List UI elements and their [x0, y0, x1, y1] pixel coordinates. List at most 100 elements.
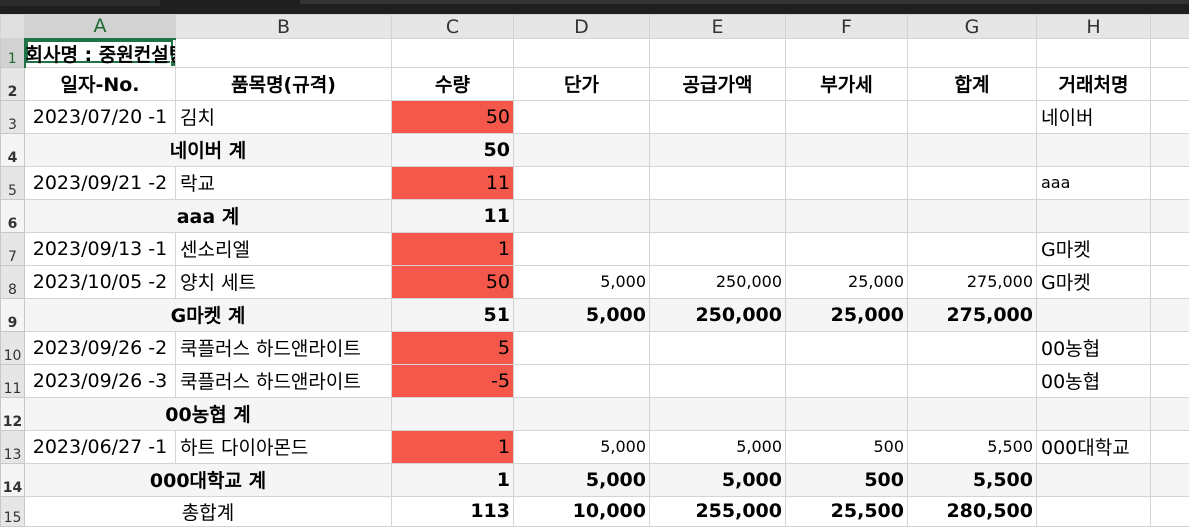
cell[interactable]: [1151, 331, 1189, 364]
price-cell[interactable]: [514, 331, 650, 364]
row-header[interactable]: 1: [1, 39, 25, 68]
row-header[interactable]: 6: [1, 199, 25, 232]
row-header[interactable]: 4: [1, 133, 25, 166]
cell[interactable]: [1151, 298, 1189, 331]
qty-cell[interactable]: [392, 397, 514, 430]
qty-cell[interactable]: 113: [392, 496, 514, 526]
vat-cell[interactable]: [786, 397, 908, 430]
cell[interactable]: [1151, 496, 1189, 526]
row-header[interactable]: 7: [1, 232, 25, 265]
qty-cell[interactable]: 1: [392, 463, 514, 496]
total-cell[interactable]: 275,000: [908, 298, 1037, 331]
total-cell[interactable]: [908, 397, 1037, 430]
column-header-f[interactable]: F: [786, 15, 908, 39]
cell[interactable]: [1037, 133, 1151, 166]
cell[interactable]: [786, 39, 908, 68]
vat-cell[interactable]: [786, 232, 908, 265]
cell[interactable]: [1151, 199, 1189, 232]
price-cell[interactable]: [514, 232, 650, 265]
row-header[interactable]: 3: [1, 100, 25, 133]
vat-cell[interactable]: [786, 133, 908, 166]
total-cell[interactable]: [908, 364, 1037, 397]
supply-cell[interactable]: [650, 133, 786, 166]
cell[interactable]: [1151, 39, 1189, 68]
vat-cell[interactable]: [786, 364, 908, 397]
price-cell[interactable]: [514, 100, 650, 133]
vat-cell[interactable]: 500: [786, 430, 908, 463]
cell[interactable]: [1151, 430, 1189, 463]
supply-cell[interactable]: [650, 166, 786, 199]
cell[interactable]: [1151, 463, 1189, 496]
supply-cell[interactable]: [650, 199, 786, 232]
subtotal-label[interactable]: aaa 계: [25, 199, 392, 232]
price-cell[interactable]: [514, 397, 650, 430]
row-header[interactable]: 8: [1, 265, 25, 298]
item-cell[interactable]: 락교: [176, 166, 392, 199]
column-header-a[interactable]: A: [25, 15, 176, 39]
cell[interactable]: [908, 39, 1037, 68]
row-header[interactable]: 11: [1, 364, 25, 397]
cell[interactable]: [1151, 265, 1189, 298]
vendor-cell[interactable]: G마켓: [1037, 232, 1151, 265]
supply-cell[interactable]: 5,000: [650, 430, 786, 463]
cell[interactable]: [650, 39, 786, 68]
cell[interactable]: [392, 39, 514, 68]
price-cell[interactable]: [514, 166, 650, 199]
vendor-cell[interactable]: aaa: [1037, 166, 1151, 199]
item-cell[interactable]: 양치 세트: [176, 265, 392, 298]
qty-cell[interactable]: 50: [392, 133, 514, 166]
supply-cell[interactable]: 255,000: [650, 496, 786, 526]
price-cell[interactable]: 5,000: [514, 265, 650, 298]
cell[interactable]: [1037, 496, 1151, 526]
vendor-cell[interactable]: G마켓: [1037, 265, 1151, 298]
subtotal-label[interactable]: 000대학교 계: [25, 463, 392, 496]
vat-cell[interactable]: 500: [786, 463, 908, 496]
column-header-g[interactable]: G: [908, 15, 1037, 39]
supply-cell[interactable]: [650, 331, 786, 364]
cell[interactable]: [1037, 199, 1151, 232]
price-cell[interactable]: [514, 199, 650, 232]
cell[interactable]: [1151, 397, 1189, 430]
header-item-name[interactable]: 품목명(규격): [176, 67, 392, 100]
cell[interactable]: [1151, 166, 1189, 199]
vat-cell[interactable]: 25,000: [786, 265, 908, 298]
item-cell[interactable]: 쿡플러스 하드앤라이트: [176, 364, 392, 397]
header-supply-amount[interactable]: 공급가액: [650, 67, 786, 100]
select-all-corner[interactable]: [1, 15, 25, 39]
price-cell[interactable]: 5,000: [514, 463, 650, 496]
qty-cell[interactable]: 51: [392, 298, 514, 331]
row-header[interactable]: 14: [1, 463, 25, 496]
subtotal-label[interactable]: G마켓 계: [25, 298, 392, 331]
qty-cell[interactable]: 11: [392, 166, 514, 199]
cell[interactable]: [1151, 232, 1189, 265]
column-header-d[interactable]: D: [514, 15, 650, 39]
row-header[interactable]: 12: [1, 397, 25, 430]
cell[interactable]: [176, 39, 392, 68]
vendor-cell[interactable]: 000대학교: [1037, 430, 1151, 463]
header-date-no[interactable]: 일자-No.: [25, 67, 176, 100]
row-header[interactable]: 13: [1, 430, 25, 463]
price-cell[interactable]: 5,000: [514, 298, 650, 331]
supply-cell[interactable]: [650, 397, 786, 430]
date-cell[interactable]: 2023/10/05 -2: [25, 265, 176, 298]
vat-cell[interactable]: [786, 199, 908, 232]
total-cell[interactable]: [908, 199, 1037, 232]
row-header[interactable]: 5: [1, 166, 25, 199]
column-header-b[interactable]: B: [176, 15, 392, 39]
date-cell[interactable]: 2023/09/26 -3: [25, 364, 176, 397]
qty-cell[interactable]: 11: [392, 199, 514, 232]
vendor-cell[interactable]: 00농협: [1037, 364, 1151, 397]
item-cell[interactable]: 쿡플러스 하드앤라이트: [176, 331, 392, 364]
qty-cell[interactable]: 50: [392, 100, 514, 133]
column-header-c[interactable]: C: [392, 15, 514, 39]
cell[interactable]: [1037, 39, 1151, 68]
qty-cell[interactable]: -5: [392, 364, 514, 397]
supply-cell[interactable]: 250,000: [650, 265, 786, 298]
column-header-h[interactable]: H: [1037, 15, 1151, 39]
vat-cell[interactable]: 25,500: [786, 496, 908, 526]
item-cell[interactable]: 하트 다이아몬드: [176, 430, 392, 463]
supply-cell[interactable]: [650, 364, 786, 397]
header-vat[interactable]: 부가세: [786, 67, 908, 100]
column-header-e[interactable]: E: [650, 15, 786, 39]
qty-cell[interactable]: 50: [392, 265, 514, 298]
